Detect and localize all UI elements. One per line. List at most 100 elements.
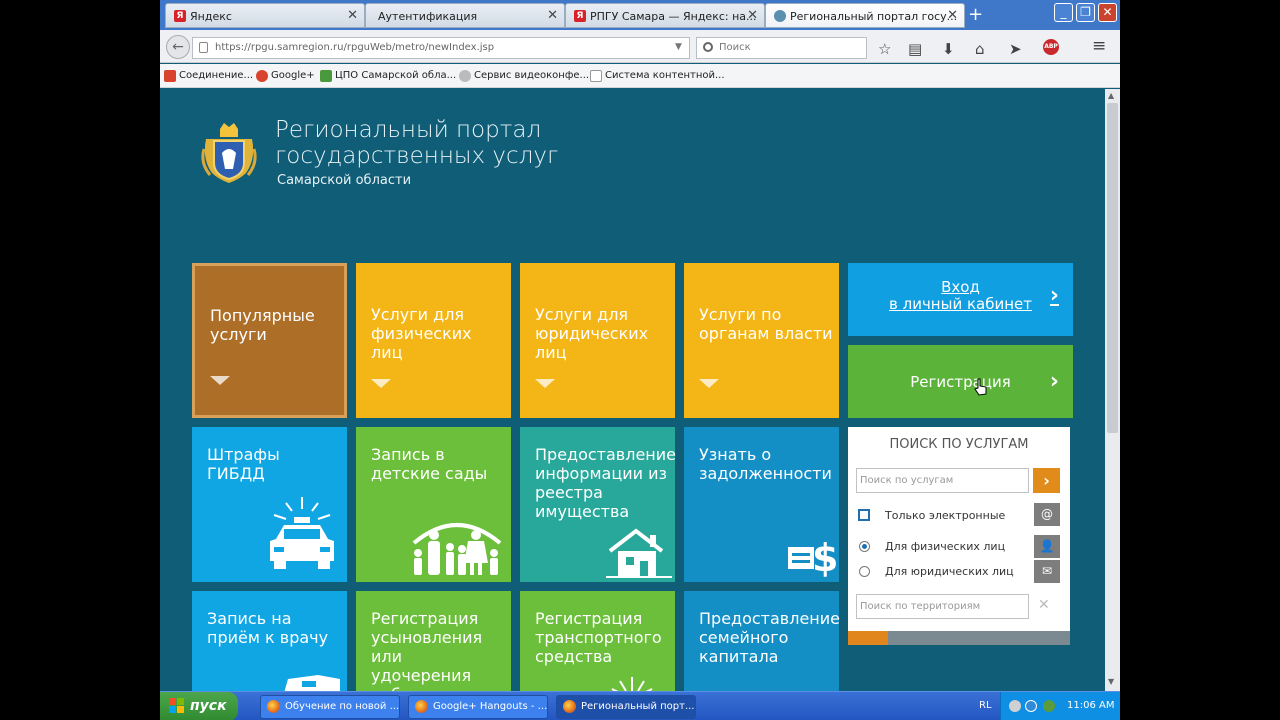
chevron-right-icon: ›: [1049, 283, 1059, 308]
ambulance-icon: [284, 675, 340, 691]
search-placeholder: Поиск: [719, 42, 751, 53]
star-icon[interactable]: ☆: [878, 40, 891, 58]
taskbar-item[interactable]: Google+ Hangouts - ...: [408, 695, 548, 719]
minimize-button[interactable]: _: [1054, 3, 1073, 22]
briefcase-icon: ✉: [1034, 560, 1060, 583]
site-title-line1: Региональный портал: [275, 117, 542, 143]
taskbar-item[interactable]: Обучение по новой ...: [260, 695, 400, 719]
expand-arrow-icon: [535, 379, 555, 388]
territory-search-input[interactable]: Поиск по территориям: [856, 594, 1029, 619]
expand-arrow-icon: [210, 376, 230, 385]
download-icon[interactable]: ⬇: [942, 40, 955, 58]
tab-rpgu-yandex[interactable]: Я РПГУ Самара — Яндекс: на... ✕: [565, 3, 765, 28]
close-tab-icon[interactable]: ✕: [547, 8, 558, 23]
dropdown-icon[interactable]: ▼: [675, 42, 682, 52]
service-search-input[interactable]: Поиск по услугам: [856, 468, 1029, 493]
language-indicator[interactable]: RL: [979, 700, 992, 711]
svg-text:$: $: [812, 536, 836, 577]
bookmarks-bar: Соединение... Google+ ЦПО Самарской обла…: [160, 64, 1120, 88]
tile-label: Узнать о задолженности: [699, 445, 832, 483]
close-tab-icon[interactable]: ✕: [347, 8, 358, 23]
google-plus-icon: [164, 70, 176, 82]
tab-label: Региональный портал госу...: [790, 10, 958, 23]
tile-popular-services[interactable]: Популярные услуги: [192, 263, 347, 418]
tile-adoption-registration[interactable]: Регистрация усыновления или удочерения р…: [356, 591, 511, 691]
scrollbar-thumb[interactable]: [1107, 103, 1118, 433]
tile-individual-services[interactable]: Услуги для физических лиц: [356, 263, 511, 418]
sun-rays-icon: [611, 677, 653, 691]
clock: 11:06 AM: [1067, 700, 1115, 711]
start-label: пуск: [190, 698, 227, 714]
tab-regional-portal[interactable]: Региональный портал госу... ✕: [765, 3, 965, 28]
tile-doctor-appointment[interactable]: Запись на приём к врачу: [192, 591, 347, 691]
home-icon[interactable]: ⌂: [975, 40, 985, 58]
close-tab-icon[interactable]: ✕: [747, 8, 758, 23]
taskbar-item-active[interactable]: Региональный порт...: [556, 695, 696, 719]
scroll-up-icon[interactable]: ▲: [1108, 91, 1114, 100]
individuals-radio[interactable]: Для физических лиц: [858, 540, 1005, 553]
tile-kindergarten[interactable]: Запись в детские сады: [356, 427, 511, 582]
back-button[interactable]: ←: [166, 35, 190, 59]
site-subtitle: Самарской области: [277, 173, 412, 188]
tile-label: Запись на приём к врачу: [207, 609, 329, 647]
skype-icon[interactable]: [1025, 700, 1037, 712]
tab-yandex[interactable]: Я Яндекс ✕: [165, 3, 365, 28]
bookmark-item[interactable]: Соединение...: [164, 70, 254, 82]
search-placeholder: Поиск по услугам: [860, 475, 954, 486]
windows-taskbar: пуск Обучение по новой ... Google+ Hango…: [160, 691, 1120, 720]
maximize-button[interactable]: ❐: [1076, 3, 1095, 22]
adblock-icon[interactable]: ABP: [1043, 39, 1059, 55]
tile-vehicle-registration[interactable]: Регистрация транспортного средства: [520, 591, 675, 691]
bookmark-item[interactable]: ЦПО Самарской обла...: [320, 70, 456, 82]
tab-authentication[interactable]: Аутентификация ✕: [365, 3, 565, 28]
address-bar[interactable]: https://rpgu.samregion.ru/rpguWeb/metro/…: [192, 37, 710, 59]
at-sign-icon: @: [1034, 503, 1060, 526]
loading-progress-bar: [848, 631, 1070, 645]
new-tab-button[interactable]: +: [968, 4, 983, 25]
bookmark-item[interactable]: Google+: [256, 70, 315, 82]
taskbar-item-label: Google+ Hangouts - ...: [433, 701, 548, 712]
menu-icon[interactable]: ≡: [1092, 36, 1106, 56]
search-go-button[interactable]: ›: [1033, 468, 1060, 493]
tile-legal-services[interactable]: Услуги для юридических лиц: [520, 263, 675, 418]
electronic-only-checkbox[interactable]: Только электронные: [858, 509, 1005, 522]
tile-check-debt[interactable]: Узнать о задолженности $: [684, 427, 839, 582]
start-button[interactable]: пуск: [160, 692, 238, 720]
option-label: Для юридических лиц: [885, 565, 1014, 578]
legal-entities-radio[interactable]: Для юридических лиц: [858, 565, 1014, 578]
bookmark-item[interactable]: Система контентной...: [590, 70, 725, 82]
bookmark-label: Соединение...: [179, 70, 254, 81]
clipboard-icon[interactable]: ▤: [908, 40, 922, 58]
expand-arrow-icon: [371, 379, 391, 388]
tile-label: Популярные услуги: [210, 306, 315, 344]
speaker-icon[interactable]: [1009, 700, 1021, 712]
tab-label: Аутентификация: [378, 10, 478, 23]
tile-traffic-fines[interactable]: Штрафы ГИБДД: [192, 427, 347, 582]
tab-label: Яндекс: [190, 10, 232, 23]
lock-icon: [199, 42, 208, 53]
register-label: Регистрация: [910, 373, 1011, 391]
search-icon: [703, 42, 713, 52]
tile-authority-services[interactable]: Услуги по органам власти: [684, 263, 839, 418]
page-icon: [590, 70, 602, 82]
bookmark-item[interactable]: Сервис видеоконфе...: [459, 70, 589, 82]
emblem-icon: [774, 10, 786, 22]
register-button[interactable]: Регистрация ›: [848, 345, 1073, 418]
tile-label: Предоставление информации из реестра иму…: [535, 445, 677, 521]
yandex-icon: Я: [574, 10, 586, 22]
clear-icon[interactable]: ✕: [1038, 597, 1050, 613]
close-tab-icon[interactable]: ✕: [947, 8, 958, 23]
network-icon[interactable]: [1043, 700, 1055, 712]
send-icon[interactable]: ➤: [1009, 40, 1022, 58]
tile-label: Регистрация усыновления или удочерения р…: [371, 609, 483, 691]
tile-family-capital[interactable]: Предоставление семейного капитала: [684, 591, 840, 691]
radio-icon: [859, 541, 870, 552]
search-input[interactable]: Поиск: [696, 37, 867, 59]
login-button[interactable]: Вход в личный кабинет ›: [848, 263, 1073, 336]
page-scrollbar[interactable]: ▲ ▼: [1105, 89, 1120, 691]
chevron-right-icon: ›: [1049, 369, 1059, 394]
tile-property-registry[interactable]: Предоставление информации из реестра иму…: [520, 427, 677, 582]
police-car-icon: [270, 497, 334, 569]
scroll-down-icon[interactable]: ▼: [1108, 677, 1114, 686]
close-window-button[interactable]: ✕: [1098, 3, 1117, 22]
